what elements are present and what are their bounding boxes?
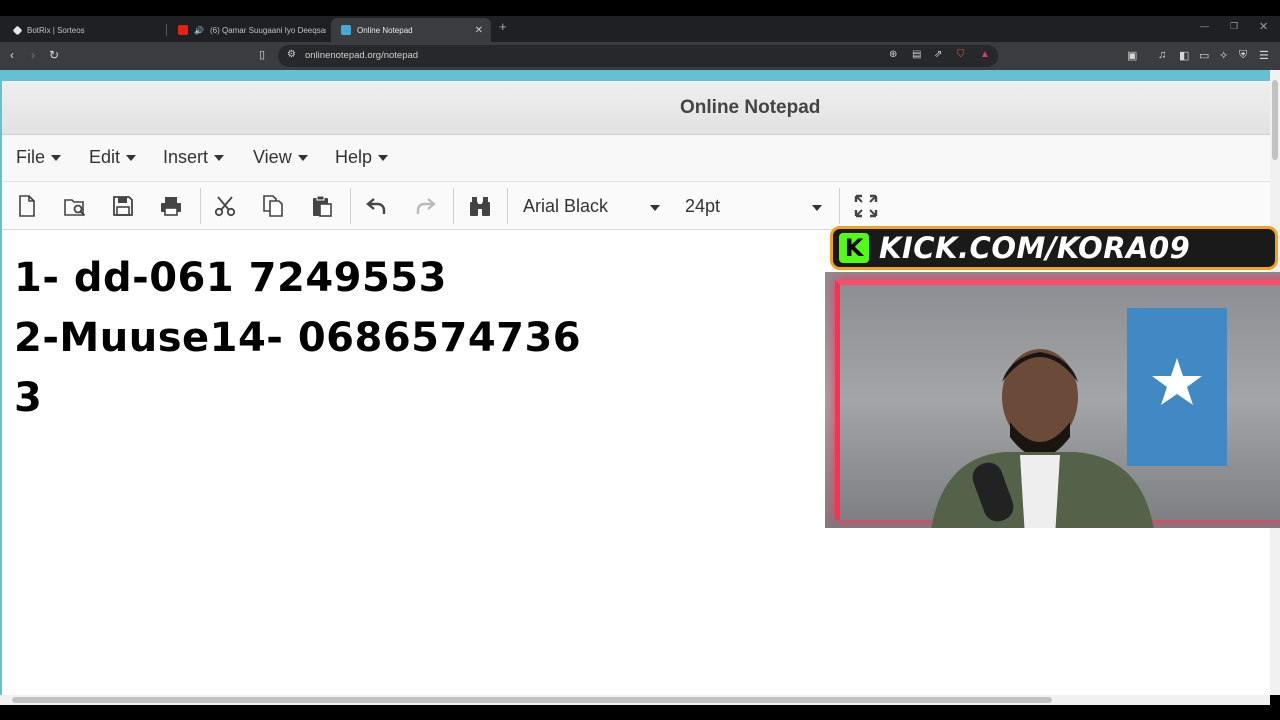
minimize-icon[interactable]: —: [1200, 21, 1209, 31]
toolbar-divider: [200, 188, 201, 224]
menu-label: View: [253, 147, 292, 167]
menu-bar: File Edit Insert View Help: [2, 135, 1270, 182]
chevron-down-icon: [297, 154, 308, 161]
new-tab-icon[interactable]: +: [499, 19, 507, 34]
redo-icon[interactable]: [413, 194, 437, 218]
tab-title: BotRix | Sorteos: [27, 25, 85, 35]
browser-tab-botrix[interactable]: BotRix | Sorteos: [4, 18, 164, 42]
fullscreen-icon[interactable]: [854, 194, 878, 218]
site-settings-icon[interactable]: ⚙: [287, 49, 296, 60]
chevron-down-icon: [126, 154, 137, 161]
app-title: Online Notepad: [680, 97, 821, 118]
app-header: Online Notepad: [2, 81, 1270, 135]
paste-icon[interactable]: [310, 194, 334, 218]
menu-label: Edit: [89, 147, 121, 167]
letterbox-top: [0, 0, 1280, 16]
webcam-feed: [825, 272, 1280, 528]
toolbar-divider: [507, 188, 508, 224]
save-icon[interactable]: [111, 194, 135, 218]
tab-title: (6) Qamar Suugaani Iyo Deeqsan: [209, 25, 326, 35]
sidebar-toggle-icon[interactable]: ◧: [1179, 49, 1189, 62]
menu-label: File: [16, 147, 46, 167]
back-icon[interactable]: ‹: [10, 48, 14, 62]
browser-tabstrip: BotRix | Sorteos 🔊 (6) Qamar Suugaani Iy…: [0, 16, 1280, 42]
media-icon[interactable]: ♫: [1158, 49, 1166, 61]
forward-icon[interactable]: ›: [31, 48, 35, 62]
tab-divider: [166, 24, 167, 36]
menu-label: Help: [335, 147, 373, 167]
audio-playing-icon[interactable]: 🔊: [194, 26, 204, 35]
browser-tab-youtube[interactable]: 🔊 (6) Qamar Suugaani Iyo Deeqsan: [168, 18, 326, 42]
editor-toolbar: Arial Black 24pt: [2, 182, 1270, 230]
copy-icon[interactable]: [261, 194, 285, 218]
chevron-down-icon: [378, 154, 389, 161]
botrix-favicon-icon: [12, 25, 23, 35]
font-size-value: 24pt: [685, 196, 721, 216]
browser-tab-online-notepad[interactable]: Online Notepad ✕: [331, 18, 491, 42]
menu-edit[interactable]: Edit: [89, 147, 137, 168]
chevron-down-icon: [812, 205, 822, 211]
new-document-icon[interactable]: [15, 194, 39, 218]
print-icon[interactable]: [159, 194, 183, 218]
horizontal-scrollbar[interactable]: [0, 695, 1270, 705]
open-file-icon[interactable]: [63, 194, 87, 218]
chevron-down-icon: [51, 154, 62, 161]
toolbar-divider: [350, 188, 351, 224]
kick-channel-url: KICK.COM/KORA09: [879, 231, 1191, 265]
menu-help[interactable]: Help: [335, 147, 389, 168]
vpn-icon[interactable]: ⛨: [1239, 49, 1247, 62]
tab-title: Online Notepad: [357, 25, 413, 35]
zoom-icon[interactable]: ⊕: [889, 49, 897, 60]
bookmark-icon[interactable]: ▯: [259, 48, 265, 61]
editor-line: 2-Muuse14- 0686574736: [14, 315, 582, 361]
undo-icon[interactable]: [365, 194, 389, 218]
address-bar[interactable]: ⚙ onlinenotepad.org/notepad ⊕ ▤ ⇗ ⛉ ▲: [278, 45, 998, 67]
menu-insert[interactable]: Insert: [163, 147, 225, 168]
kick-logo-icon: K: [839, 233, 869, 263]
tab-close-icon[interactable]: ✕: [475, 25, 483, 36]
brave-rewards-icon[interactable]: ▲: [980, 49, 990, 60]
cut-icon[interactable]: [213, 194, 237, 218]
menu-view[interactable]: View: [253, 147, 308, 168]
font-family-value: Arial Black: [523, 196, 609, 216]
reload-icon[interactable]: ↻: [49, 48, 59, 62]
url-text[interactable]: onlinenotepad.org/notepad: [305, 50, 418, 61]
toolbar-divider: [839, 188, 840, 224]
menu-label: Insert: [163, 147, 209, 167]
streamer-silhouette: [931, 349, 1154, 528]
chevron-down-icon: [214, 154, 225, 161]
leo-ai-icon[interactable]: ✧: [1219, 49, 1228, 62]
letterbox-bottom: [0, 705, 1280, 720]
restore-icon[interactable]: ❐: [1230, 21, 1238, 32]
reader-icon[interactable]: ▤: [912, 49, 921, 60]
scrollbar-thumb[interactable]: [12, 697, 1052, 703]
sidebar-panel-icon[interactable]: ▣: [1127, 49, 1137, 62]
menu-file[interactable]: File: [16, 147, 62, 168]
wallet-icon[interactable]: ▭: [1199, 49, 1209, 62]
share-icon[interactable]: ⇗: [934, 49, 942, 60]
menu-icon[interactable]: ☰: [1259, 49, 1269, 62]
editor-line: 1- dd-061 7249553: [14, 255, 447, 301]
scrollbar-thumb[interactable]: [1272, 80, 1278, 160]
notepad-favicon-icon: [341, 25, 351, 35]
toolbar-divider: [453, 188, 454, 224]
chevron-down-icon: [650, 205, 660, 211]
youtube-favicon-icon: [178, 25, 188, 35]
window-close-icon[interactable]: ✕: [1259, 20, 1268, 33]
editor-line: 3: [14, 375, 43, 421]
screen: BotRix | Sorteos 🔊 (6) Qamar Suugaani Iy…: [0, 0, 1280, 720]
browser-navbar: ‹ › ↻ ▯ ⚙ onlinenotepad.org/notepad ⊕ ▤ …: [0, 42, 1280, 70]
find-binoculars-icon[interactable]: [468, 194, 492, 218]
kick-channel-banner: K KICK.COM/KORA09: [830, 226, 1278, 270]
brave-shields-icon[interactable]: ⛉: [957, 49, 965, 60]
